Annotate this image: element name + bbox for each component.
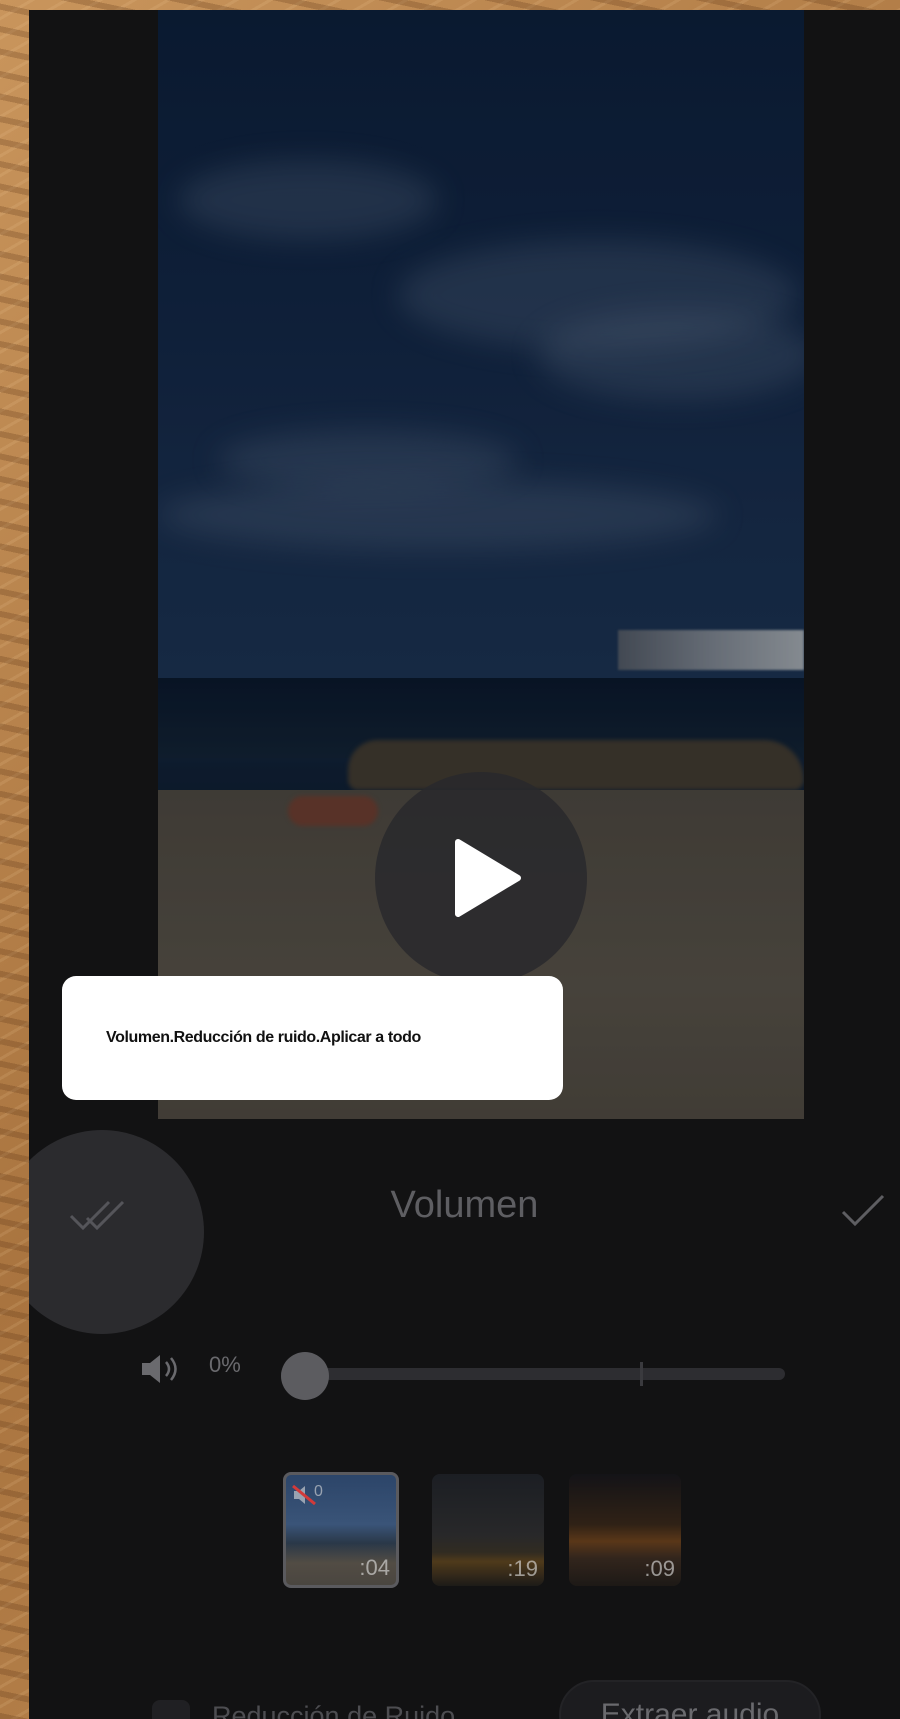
phone-screen: Volumen.Reducción de ruido.Aplicar a tod… <box>29 10 900 1719</box>
clip-thumbnail[interactable]: 0 :04 <box>283 1472 399 1588</box>
clip-duration: :04 <box>359 1555 390 1580</box>
panel-title: Volumen <box>390 1184 539 1226</box>
tooltip: Volumen.Reducción de ruido.Aplicar a tod… <box>62 976 563 1100</box>
play-icon <box>455 839 521 917</box>
clip-volume-label: 0 <box>314 1483 323 1500</box>
clip-thumbnail[interactable]: :19 <box>432 1474 544 1586</box>
speaker-icon[interactable] <box>140 1352 184 1386</box>
volume-slider-track[interactable] <box>281 1368 785 1380</box>
check-icon[interactable] <box>841 1194 885 1228</box>
muted-speaker-icon <box>292 1485 316 1505</box>
noise-reduction-label[interactable]: Reducción de Ruido <box>212 1701 455 1719</box>
play-button[interactable] <box>375 772 587 984</box>
clip-duration: :19 <box>507 1556 538 1581</box>
volume-value: 0% <box>209 1352 241 1377</box>
noise-reduction-checkbox[interactable] <box>152 1700 190 1719</box>
extract-audio-label: Extraer audio <box>600 1698 780 1719</box>
tooltip-text: Volumen.Reducción de ruido.Aplicar a tod… <box>106 1029 421 1046</box>
extract-audio-button[interactable]: Extraer audio <box>559 1680 821 1719</box>
clip-duration: :09 <box>644 1556 675 1581</box>
touch-highlight <box>29 1130 204 1334</box>
clip-thumbnail[interactable]: :09 <box>569 1474 681 1586</box>
volume-slider-default-mark <box>640 1362 643 1386</box>
volume-slider-thumb[interactable] <box>281 1352 329 1400</box>
